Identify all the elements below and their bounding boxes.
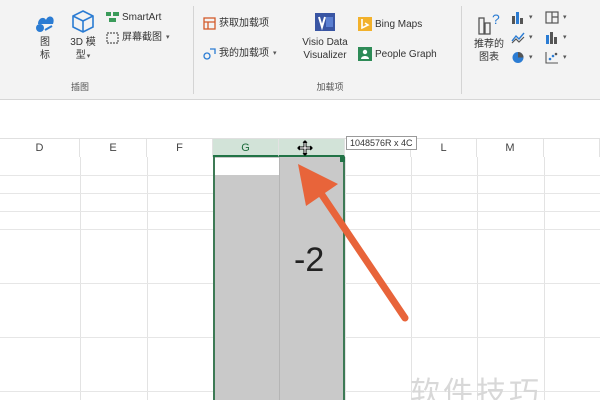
- excel-window: 图 标 3D 模 型▾ SmartArt 屏幕截图 ▾ 插图 获取加载项 我的加…: [0, 0, 600, 400]
- watermark-text: 软件技巧: [410, 376, 542, 400]
- annotation-arrow: [298, 164, 409, 322]
